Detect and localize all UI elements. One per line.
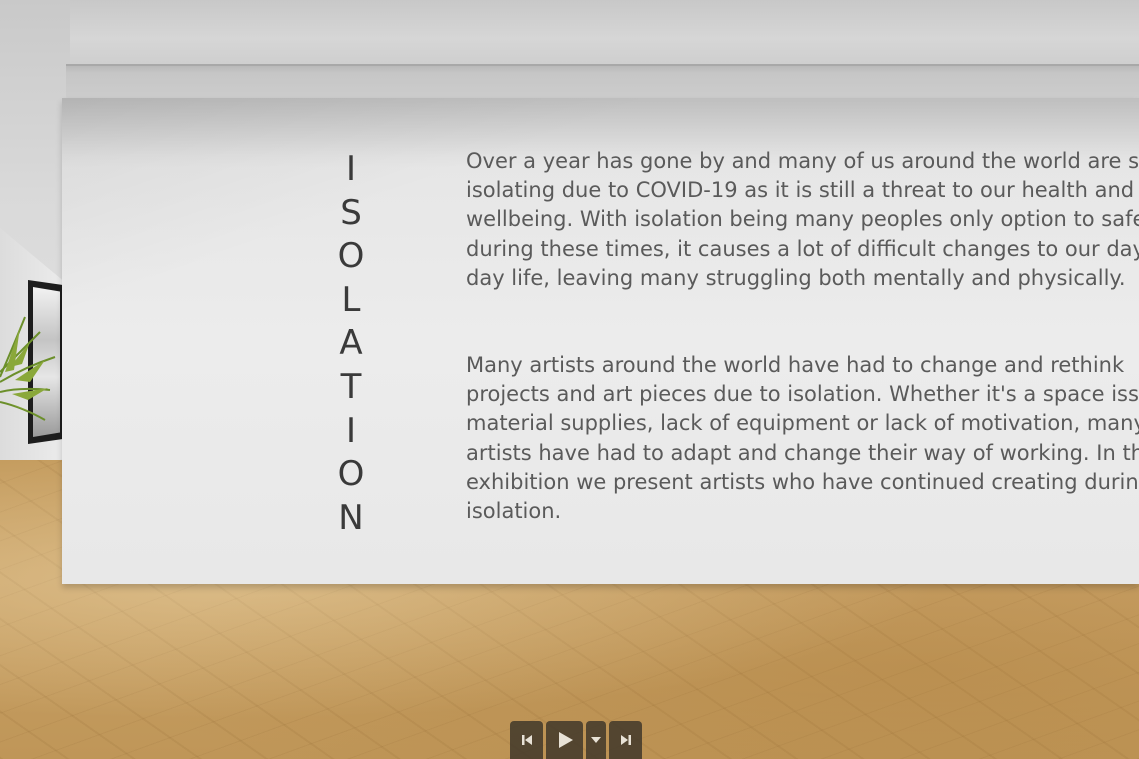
options-dropdown-button[interactable] bbox=[586, 721, 606, 759]
next-button[interactable] bbox=[609, 721, 642, 759]
text-line: wellbeing. With isolation being many peo… bbox=[466, 207, 1139, 232]
play-button[interactable] bbox=[546, 721, 583, 759]
skip-forward-icon bbox=[620, 735, 631, 745]
ceiling bbox=[0, 0, 1139, 70]
text-line: isolation. bbox=[466, 499, 562, 524]
text-line: during these times, it causes a lot of d… bbox=[466, 236, 1139, 261]
skip-back-icon bbox=[521, 735, 532, 745]
description-paragraph-1: Over a year has gone by and many of us a… bbox=[466, 147, 1139, 293]
text-line: Over a year has gone by and many of us a… bbox=[466, 149, 1139, 173]
text-line: day life, leaving many struggling both m… bbox=[466, 265, 1126, 290]
title-letter: A bbox=[339, 323, 363, 364]
exhibition-description: Over a year has gone by and many of us a… bbox=[466, 147, 1139, 526]
potted-plant bbox=[0, 316, 56, 421]
text-line: isolating due to COVID-19 as it is still… bbox=[466, 178, 1135, 203]
title-letter: I bbox=[345, 410, 357, 451]
title-letter: L bbox=[341, 279, 361, 320]
wall-lintel bbox=[66, 64, 1139, 102]
text-line: artists have had to adapt and change the… bbox=[466, 440, 1139, 465]
text-line: Many artists around the world have had t… bbox=[466, 353, 1125, 378]
previous-button[interactable] bbox=[510, 721, 543, 759]
title-letter: I bbox=[345, 149, 357, 189]
title-letter: S bbox=[340, 192, 362, 233]
tour-controls bbox=[510, 721, 642, 759]
text-line: exhibition we present artists who have c… bbox=[466, 469, 1139, 494]
play-icon bbox=[558, 732, 573, 748]
text-line: projects and art pieces due to isolation… bbox=[466, 382, 1139, 407]
exhibition-title: I S O L A T I O N bbox=[320, 148, 382, 540]
description-paragraph-2: Many artists around the world have had t… bbox=[466, 351, 1139, 526]
title-letter: N bbox=[338, 497, 364, 538]
gallery-viewport[interactable]: I S O L A T I O N Over a year has gone b… bbox=[0, 0, 1139, 759]
caret-down-icon bbox=[591, 737, 601, 743]
title-letter: T bbox=[340, 366, 362, 407]
title-letter: O bbox=[337, 236, 365, 277]
title-letter: O bbox=[337, 454, 365, 495]
text-line: material supplies, lack of equipment or … bbox=[466, 411, 1139, 436]
